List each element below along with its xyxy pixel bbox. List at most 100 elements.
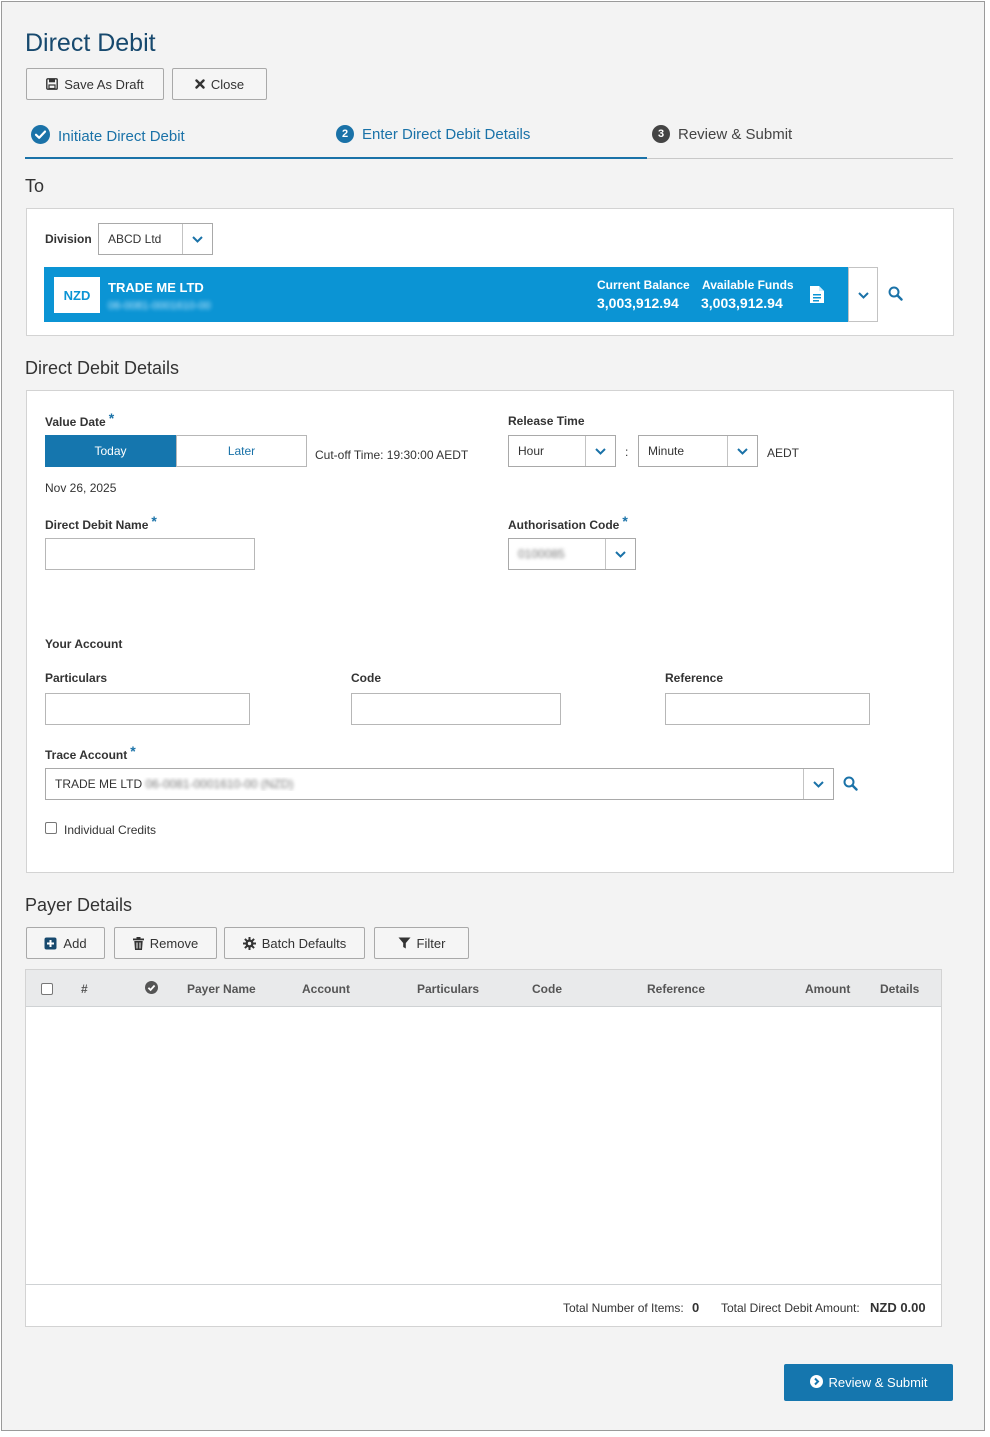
dd-name-input[interactable] (45, 538, 255, 570)
column-header-reference[interactable]: Reference (647, 982, 705, 996)
minute-select[interactable]: Minute (638, 435, 758, 467)
step-number-3: 3 (652, 125, 670, 143)
auth-code-select[interactable]: 0100085 (508, 538, 636, 570)
hour-select[interactable]: Hour (508, 435, 616, 467)
value-date-today-toggle[interactable]: Today (45, 435, 176, 467)
value-date-label-text: Value Date (45, 415, 106, 429)
funnel-icon (398, 937, 411, 949)
required-asterisk: * (151, 513, 157, 529)
auth-code-label-text: Authorisation Code (508, 518, 620, 532)
dd-name-label-text: Direct Debit Name (45, 518, 149, 532)
payer-table-header: # Payer Name Account Particulars Code Re… (26, 970, 941, 1007)
batch-defaults-label: Batch Defaults (261, 935, 347, 951)
particulars-label: Particulars (45, 671, 108, 685)
chevron-right-circle-icon (809, 1374, 823, 1391)
trace-account-value: TRADE ME LTD 06-0081-0001610-00 (NZD) (46, 777, 803, 791)
minute-value: Minute (648, 444, 685, 458)
filter-button[interactable]: Filter (374, 927, 469, 959)
reference-input[interactable] (665, 693, 870, 725)
currency-badge: NZD (54, 277, 100, 313)
review-submit-label: Review & Submit (828, 1375, 928, 1390)
cutoff-time-text: Cut-off Time: 19:30:00 AEDT (315, 448, 469, 462)
division-value: ABCD Ltd (108, 232, 162, 246)
dd-name-label: Direct Debit Name * (45, 513, 157, 532)
account-name: TRADE ME LTD (108, 280, 204, 295)
value-date-label: Value Date * (45, 410, 114, 429)
trace-account-search-icon[interactable] (843, 776, 858, 794)
chevron-down-icon (803, 769, 833, 799)
chevron-down-icon (585, 436, 615, 466)
required-asterisk: * (622, 513, 628, 529)
selected-date-text: Nov 26, 2025 (45, 481, 117, 495)
release-time-label: Release Time (508, 414, 585, 428)
stepper-progress-line (25, 157, 647, 159)
select-all-checkbox[interactable] (41, 983, 53, 995)
batch-defaults-button[interactable]: Batch Defaults (224, 927, 365, 959)
selected-account-card[interactable]: NZD TRADE ME LTD 06-0081-0001610-00 Curr… (44, 267, 849, 322)
total-items-label: Total Number of Items: (563, 1301, 684, 1315)
save-as-draft-button[interactable]: Save As Draft (26, 68, 164, 100)
step-initiate[interactable]: Initiate Direct Debit (31, 125, 185, 148)
column-header-payer-name[interactable]: Payer Name (187, 982, 256, 996)
account-number: 06-0081-0001610-00 (108, 300, 211, 312)
step-number-2: 2 (336, 125, 354, 143)
close-label: Close (210, 76, 245, 92)
total-amount-value: NZD 0.00 (870, 1300, 926, 1315)
gear-icon (242, 936, 256, 950)
chevron-down-icon (182, 224, 212, 254)
close-button[interactable]: Close (172, 68, 267, 100)
current-balance-value: 3,003,912.94 (597, 295, 679, 311)
remove-payer-button[interactable]: Remove (114, 927, 217, 959)
hour-value: Hour (518, 444, 545, 458)
value-date-later-toggle[interactable]: Later (176, 435, 307, 467)
trace-account-number: 06-0081-0001610-00 (NZD) (145, 777, 294, 791)
individual-credits-checkbox[interactable] (45, 822, 57, 834)
step-review-submit[interactable]: 3 Review & Submit (652, 125, 792, 143)
details-section-title: Direct Debit Details (25, 358, 180, 378)
trace-account-name: TRADE ME LTD (55, 777, 143, 791)
add-label: Add (63, 935, 87, 951)
trace-account-label: Trace Account * (45, 743, 136, 762)
account-dropdown-toggle[interactable] (848, 267, 878, 322)
filter-label: Filter (416, 935, 446, 951)
floppy-disk-icon (46, 78, 59, 90)
document-icon[interactable] (809, 285, 825, 307)
total-items-value: 0 (692, 1300, 700, 1315)
division-label: Division (45, 232, 92, 246)
trace-account-label-text: Trace Account (45, 748, 128, 762)
required-asterisk: * (130, 743, 136, 759)
code-input[interactable] (351, 693, 561, 725)
payer-section-title: Payer Details (25, 895, 133, 915)
available-funds-value: 3,003,912.94 (701, 295, 783, 311)
division-select[interactable]: ABCD Ltd (98, 223, 213, 255)
trace-account-select[interactable]: TRADE ME LTD 06-0081-0001610-00 (NZD) (45, 768, 834, 800)
page-title: Direct Debit (25, 29, 156, 57)
your-account-label: Your Account (45, 637, 123, 651)
code-label: Code (351, 671, 381, 685)
current-balance-label: Current Balance (597, 278, 690, 292)
review-submit-button[interactable]: Review & Submit (784, 1364, 953, 1401)
individual-credits-label: Individual Credits (64, 823, 157, 837)
time-separator: : (625, 445, 629, 459)
timezone-text: AEDT (767, 446, 800, 460)
column-header-number[interactable]: # (81, 982, 88, 996)
close-icon (195, 79, 205, 89)
auth-code-label: Authorisation Code * (508, 513, 628, 532)
column-header-details[interactable]: Details (880, 982, 919, 996)
column-header-amount[interactable]: Amount (805, 982, 850, 996)
particulars-input[interactable] (45, 693, 250, 725)
plus-square-icon (44, 937, 57, 950)
available-funds-label: Available Funds (702, 278, 794, 292)
column-header-particulars[interactable]: Particulars (417, 982, 479, 996)
step-enter-details[interactable]: 2 Enter Direct Debit Details (336, 125, 530, 143)
status-check-icon (145, 981, 158, 997)
account-search-icon[interactable] (888, 286, 903, 304)
payer-table: # Payer Name Account Particulars Code Re… (25, 969, 942, 1327)
to-section-title: To (25, 176, 45, 196)
column-header-code[interactable]: Code (532, 982, 562, 996)
remove-label: Remove (149, 935, 199, 951)
step-review-submit-label: Review & Submit (678, 125, 793, 143)
column-header-account[interactable]: Account (302, 982, 350, 996)
add-payer-button[interactable]: Add (26, 927, 105, 959)
chevron-down-icon (857, 288, 869, 302)
